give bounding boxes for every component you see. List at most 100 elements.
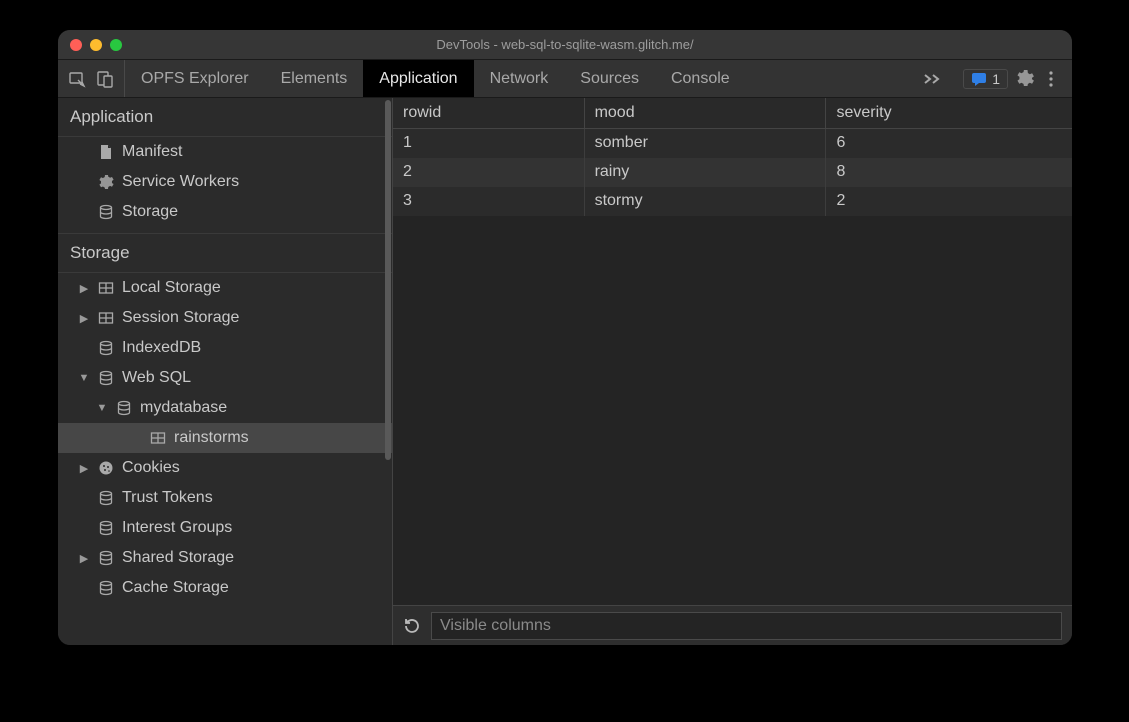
database-icon [97,203,115,221]
database-icon [97,489,115,507]
toolbar-left [58,60,125,97]
file-icon [97,143,115,161]
tree-item-web-sql[interactable]: ▼ Web SQL [58,363,392,393]
issues-badge[interactable]: 1 [963,69,1008,89]
inspect-icon[interactable] [68,70,86,88]
panel-tabs: OPFS ExplorerElementsApplicationNetworkS… [125,60,913,97]
tree-item-label: Service Workers [122,173,239,191]
refresh-icon[interactable] [403,617,421,635]
more-menu-icon[interactable] [1042,70,1060,88]
table-cell: 6 [826,129,1072,158]
chevron-right-icon: ▶ [78,462,90,475]
close-window-button[interactable] [70,39,82,51]
maximize-window-button[interactable] [110,39,122,51]
tab-sources[interactable]: Sources [564,60,655,97]
column-header[interactable]: mood [584,98,826,129]
tab-network[interactable]: Network [474,60,565,97]
table-body: 1somber62rainy83stormy2 [393,129,1072,216]
panel-body: Application▶Manifest▶Service Workers▶Sto… [58,98,1072,645]
table-cell: stormy [584,187,826,216]
tree-item-label: rainstorms [174,429,249,447]
tree-item-cache-storage[interactable]: ▶Cache Storage [58,573,392,603]
tree-item-label: Storage [122,203,178,221]
tree-item-session-storage[interactable]: ▶ Session Storage [58,303,392,333]
table-container: rowidmoodseverity 1somber62rainy83stormy… [393,98,1072,605]
application-sidebar: Application▶Manifest▶Service Workers▶Sto… [58,98,393,645]
issue-icon [971,72,987,86]
tree-item-interest-groups[interactable]: ▶Interest Groups [58,513,392,543]
table-row[interactable]: 1somber6 [393,129,1072,158]
tree-item-label: Cache Storage [122,579,229,597]
database-icon [97,369,115,387]
tree-item-local-storage[interactable]: ▶ Local Storage [58,273,392,303]
table-row[interactable]: 3stormy2 [393,187,1072,216]
tab-elements[interactable]: Elements [265,60,364,97]
scrollbar-thumb[interactable] [385,100,391,460]
chevron-right-icon: ▶ [78,552,90,565]
device-toggle-icon[interactable] [96,70,114,88]
tree-item-shared-storage[interactable]: ▶ Shared Storage [58,543,392,573]
visible-columns-input[interactable] [431,612,1062,640]
window-title: DevTools - web-sql-to-sqlite-wasm.glitch… [58,37,1072,52]
database-icon [97,549,115,567]
traffic-lights [58,39,122,51]
cookie-icon [97,459,115,477]
table-cell: 8 [826,158,1072,187]
column-header[interactable]: rowid [393,98,584,129]
table-icon [97,309,115,327]
devtools-window: DevTools - web-sql-to-sqlite-wasm.glitch… [58,30,1072,645]
settings-icon[interactable] [1016,70,1034,88]
issues-count: 1 [992,71,1000,87]
tree-item-storage[interactable]: ▶Storage [58,197,392,227]
table-cell: 3 [393,187,584,216]
tree-item-label: Shared Storage [122,549,234,567]
table-row[interactable]: 2rainy8 [393,158,1072,187]
tree-item-label: Local Storage [122,279,221,297]
tree-item-indexeddb[interactable]: ▶IndexedDB [58,333,392,363]
section-header: Application [58,98,392,137]
gear-icon [97,173,115,191]
tree-item-mydatabase[interactable]: ▼ mydatabase [58,393,392,423]
tree-item-label: mydatabase [140,399,227,417]
chevron-right-icon: ▶ [78,282,90,295]
tree-item-label: IndexedDB [122,339,201,357]
database-icon [115,399,133,417]
minimize-window-button[interactable] [90,39,102,51]
table-cell: 1 [393,129,584,158]
table-icon [149,429,167,447]
tree-item-label: Cookies [122,459,180,477]
tree-item-label: Manifest [122,143,182,161]
table-cell: 2 [826,187,1072,216]
table-cell: 2 [393,158,584,187]
table-cell: somber [584,129,826,158]
table-header-row: rowidmoodseverity [393,98,1072,129]
database-icon [97,519,115,537]
tree-item-manifest[interactable]: ▶Manifest [58,137,392,167]
main-content: rowidmoodseverity 1somber62rainy83stormy… [393,98,1072,645]
table-footer [393,605,1072,645]
tree-item-trust-tokens[interactable]: ▶Trust Tokens [58,483,392,513]
tree-item-service-workers[interactable]: ▶Service Workers [58,167,392,197]
tree-item-label: Trust Tokens [122,489,213,507]
tab-application[interactable]: Application [363,60,473,97]
chevron-right-icon: ▶ [78,312,90,325]
more-tabs-button[interactable] [913,60,951,97]
tree-item-rainstorms[interactable]: ▶rainstorms [58,423,392,453]
titlebar: DevTools - web-sql-to-sqlite-wasm.glitch… [58,30,1072,60]
tree-item-cookies[interactable]: ▶ Cookies [58,453,392,483]
data-table: rowidmoodseverity 1somber62rainy83stormy… [393,98,1072,216]
section-header: Storage [58,233,392,273]
column-header[interactable]: severity [826,98,1072,129]
tab-opfs-explorer[interactable]: OPFS Explorer [125,60,265,97]
toolbar-right: 1 [951,60,1072,97]
tree-item-label: Session Storage [122,309,239,327]
table-cell: rainy [584,158,826,187]
database-icon [97,339,115,357]
database-icon [97,579,115,597]
main-toolbar: OPFS ExplorerElementsApplicationNetworkS… [58,60,1072,98]
table-icon [97,279,115,297]
tab-console[interactable]: Console [655,60,746,97]
chevron-down-icon: ▼ [96,402,108,414]
chevron-down-icon: ▼ [78,372,90,384]
tree-item-label: Web SQL [122,369,191,387]
